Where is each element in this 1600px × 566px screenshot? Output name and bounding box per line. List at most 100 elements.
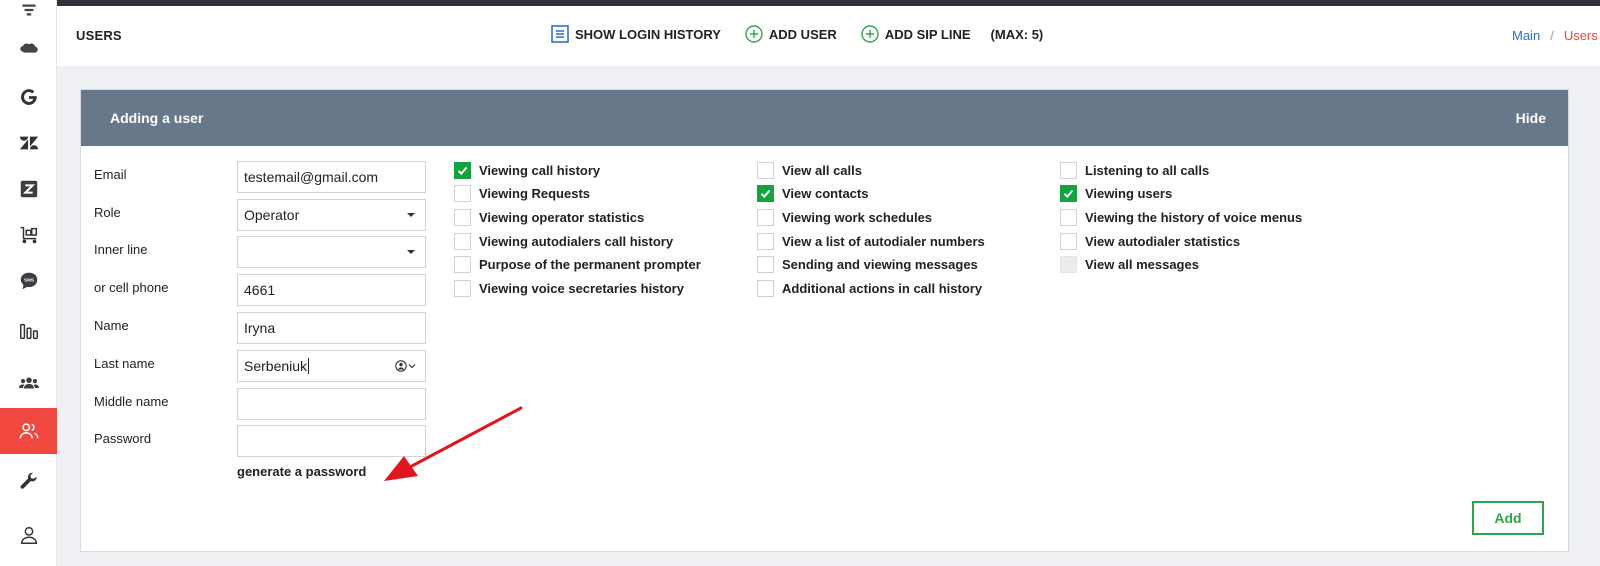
- breadcrumb-current: Users: [1563, 28, 1598, 43]
- permission-label: View autodialer statistics: [1085, 233, 1241, 249]
- permission-label: Viewing call history: [479, 162, 601, 178]
- last-name-label: Last name: [94, 356, 155, 371]
- inner-line-select[interactable]: [237, 236, 426, 268]
- wrench-icon: [20, 472, 37, 489]
- permission-checkbox[interactable]: [454, 256, 471, 274]
- permission-item[interactable]: Viewing call history: [454, 161, 600, 179]
- sidebar-collapse-handle[interactable]: [0, 0, 57, 20]
- zendesk-icon: [19, 136, 38, 150]
- cart-dialer-icon: [20, 226, 37, 244]
- permission-item[interactable]: Viewing autodialers call history: [454, 232, 673, 250]
- page-title: USERS: [76, 28, 122, 43]
- permission-checkbox[interactable]: [454, 161, 471, 179]
- permission-item[interactable]: Listening to all calls: [1060, 161, 1209, 179]
- sip-line-max: (MAX: 5): [990, 26, 1044, 42]
- role-select[interactable]: Operator: [237, 199, 426, 231]
- page-header: USERS SHOW LOGIN HISTORY ADD USER ADD SI…: [57, 6, 1600, 66]
- permission-checkbox[interactable]: [1060, 232, 1077, 250]
- generate-password-link[interactable]: generate a password: [237, 464, 366, 479]
- permission-checkbox[interactable]: [757, 161, 774, 179]
- permission-item[interactable]: Purpose of the permanent prompter: [454, 256, 701, 274]
- permission-checkbox[interactable]: [757, 280, 774, 297]
- permission-checkbox[interactable]: [454, 185, 471, 203]
- add-sip-line-button[interactable]: ADD SIP LINE: [861, 25, 971, 43]
- permission-item[interactable]: Viewing operator statistics: [454, 208, 644, 226]
- permission-item[interactable]: View contacts: [757, 185, 868, 203]
- permission-item[interactable]: View all messages: [1060, 256, 1199, 274]
- sidebar-item-statistics[interactable]: [0, 308, 57, 354]
- middle-name-label: Middle name: [94, 394, 169, 409]
- permission-item[interactable]: Additional actions in call history: [757, 280, 982, 298]
- sidebar-item-salesforce[interactable]: [0, 26, 57, 72]
- permission-item[interactable]: Viewing users: [1060, 185, 1172, 203]
- permission-item[interactable]: Viewing Requests: [454, 185, 590, 203]
- plus-circle-icon: [861, 25, 879, 43]
- permission-checkbox[interactable]: [454, 232, 471, 250]
- sms-icon: SMS: [20, 272, 37, 290]
- permission-checkbox[interactable]: [1060, 208, 1077, 226]
- name-field[interactable]: Iryna: [237, 312, 426, 344]
- bar-chart-icon: [19, 323, 38, 340]
- last-name-field[interactable]: Serbeniuk: [237, 350, 426, 382]
- permission-checkbox[interactable]: [1060, 185, 1077, 203]
- text-cursor: [308, 358, 310, 374]
- permission-checkbox[interactable]: [757, 185, 774, 203]
- password-label: Password: [94, 431, 152, 446]
- sidebar-item-users[interactable]: [0, 408, 57, 454]
- show-login-history-label: SHOW LOGIN HISTORY: [575, 26, 721, 42]
- cell-phone-field[interactable]: 4661: [237, 274, 426, 306]
- permission-label: Viewing the history of voice menus: [1085, 209, 1303, 225]
- permission-item[interactable]: Viewing voice secretaries history: [454, 280, 684, 298]
- permission-checkbox[interactable]: [454, 280, 471, 297]
- add-user-button[interactable]: ADD USER: [745, 25, 837, 43]
- permission-label: Viewing voice secretaries history: [479, 281, 684, 296]
- permission-label: View contacts: [782, 186, 869, 202]
- group-icon: [18, 377, 39, 389]
- add-sip-line-label: ADD SIP LINE: [884, 26, 971, 42]
- role-label: Role: [94, 205, 121, 220]
- permission-label: Viewing work schedules: [782, 209, 933, 225]
- sidebar-item-profile[interactable]: [0, 512, 57, 558]
- sidebar-item-z-app[interactable]: [0, 166, 57, 212]
- permission-label: View all calls: [782, 162, 862, 178]
- sidebar-item-google[interactable]: [0, 74, 57, 120]
- sidebar-item-groups[interactable]: [0, 360, 57, 406]
- permission-item[interactable]: View autodialer statistics: [1060, 232, 1240, 250]
- show-login-history-button[interactable]: SHOW LOGIN HISTORY: [551, 25, 721, 43]
- svg-text:SMS: SMS: [24, 277, 34, 282]
- last-name-value: Serbeniuk: [244, 358, 308, 374]
- permission-item[interactable]: View a list of autodialer numbers: [757, 232, 985, 250]
- add-user-panel: Adding a user Hide Email Role Inner line…: [80, 89, 1569, 552]
- permission-checkbox[interactable]: [1060, 256, 1077, 274]
- permission-label: Viewing users: [1085, 186, 1173, 202]
- permission-item[interactable]: Sending and viewing messages: [757, 256, 978, 274]
- toolbar: SHOW LOGIN HISTORY ADD USER ADD SIP LINE…: [551, 25, 1043, 43]
- sidebar-item-zendesk[interactable]: [0, 120, 57, 166]
- permission-item[interactable]: Viewing the history of voice menus: [1060, 208, 1302, 226]
- panel-header: Adding a user Hide: [81, 90, 1568, 146]
- salesforce-icon: [19, 43, 38, 53]
- permission-label: Viewing autodialers call history: [479, 233, 674, 249]
- menu-icon: [21, 4, 36, 16]
- breadcrumb-main-link[interactable]: Main: [1512, 28, 1540, 43]
- permission-label: Listening to all calls: [1085, 162, 1210, 178]
- permission-item[interactable]: View all calls: [757, 161, 862, 179]
- permission-checkbox[interactable]: [757, 256, 774, 274]
- permission-label: View a list of autodialer numbers: [782, 233, 985, 249]
- hide-button[interactable]: Hide: [1516, 110, 1546, 126]
- sidebar-item-dialer[interactable]: [0, 212, 57, 258]
- permission-label: View all messages: [1085, 257, 1199, 273]
- contact-autofill-icon[interactable]: [395, 359, 417, 373]
- users-icon: [19, 423, 38, 439]
- add-button[interactable]: Add: [1472, 501, 1544, 535]
- annotation-arrow: [384, 406, 523, 481]
- email-field[interactable]: testemail@gmail.com: [237, 161, 426, 193]
- sidebar-item-settings[interactable]: [0, 458, 57, 504]
- permission-checkbox[interactable]: [1060, 161, 1077, 179]
- panel-title: Adding a user: [110, 110, 204, 126]
- permission-checkbox[interactable]: [757, 208, 774, 226]
- sidebar-item-sms[interactable]: SMS: [0, 258, 57, 304]
- permission-checkbox[interactable]: [757, 232, 774, 250]
- permission-item[interactable]: Viewing work schedules: [757, 208, 932, 226]
- permission-checkbox[interactable]: [454, 208, 471, 226]
